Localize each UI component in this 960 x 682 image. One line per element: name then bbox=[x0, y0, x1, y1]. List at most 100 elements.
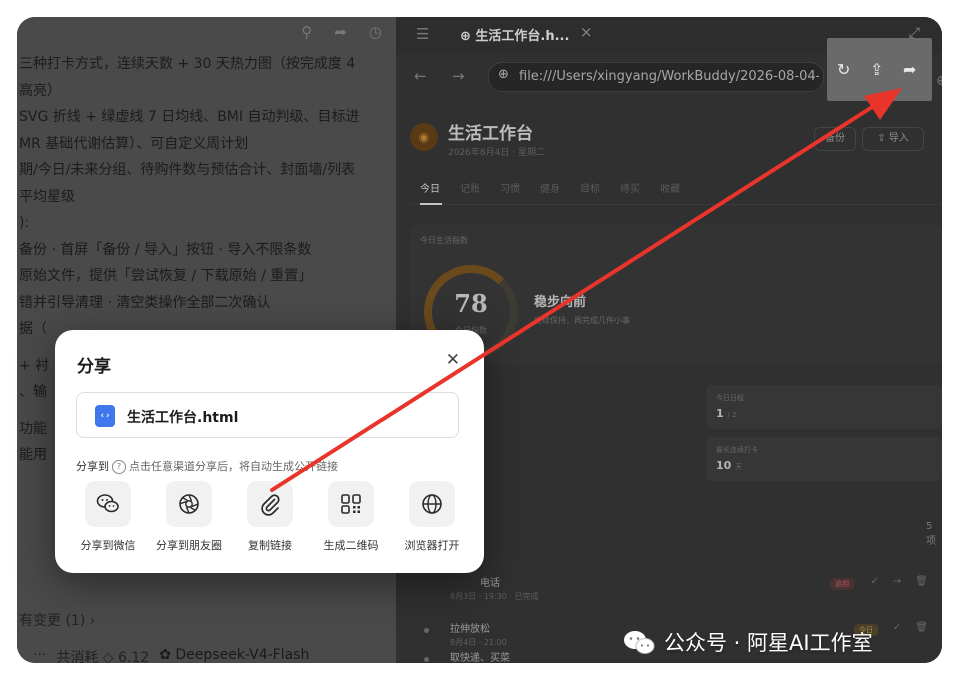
globe-edge-icon[interactable]: ⊕ bbox=[936, 73, 942, 89]
tab-favorites[interactable]: 收藏 bbox=[660, 180, 680, 195]
wechat-icon bbox=[85, 481, 131, 527]
task-title: 电话 bbox=[480, 578, 500, 589]
option-label: 浏览器打开 bbox=[404, 539, 460, 552]
share-wechat-button[interactable]: 分享到微信 bbox=[68, 481, 148, 553]
tab-shopping[interactable]: 待买 bbox=[620, 180, 640, 195]
html-file-icon: ‹› bbox=[95, 405, 115, 427]
stat-streak: 最长连续打卡 10 天 bbox=[706, 437, 942, 481]
changes-link[interactable]: 有变更 (1) › bbox=[19, 610, 95, 630]
copy-link-button[interactable]: 复制链接 bbox=[230, 481, 310, 553]
file-info: ‹› 生活工作台.html bbox=[76, 392, 459, 438]
upload-cloud-icon[interactable]: ⇪ bbox=[870, 60, 883, 79]
app-title: 生活工作台 bbox=[448, 124, 533, 144]
globe-icon: ⊕ bbox=[498, 67, 509, 82]
wechat-logo-icon bbox=[624, 631, 655, 654]
tabs-divider bbox=[410, 204, 942, 205]
more-icon[interactable]: ··· bbox=[33, 647, 46, 663]
task-dot bbox=[424, 657, 429, 662]
forward-icon[interactable]: → bbox=[893, 576, 901, 587]
message-line: 高亮） bbox=[19, 82, 61, 99]
option-label: 分享到朋友圈 bbox=[156, 539, 222, 552]
share-hint-text: 点击任意渠道分享后，将自动生成公开链接 bbox=[129, 460, 338, 473]
message-line: 备份 · 首屏「备份 / 导入」按钮 · 导入不限条数 bbox=[19, 241, 312, 258]
message-line: 原始文件，提供「尝试恢复 / 下载原始 / 重置」 bbox=[19, 268, 313, 284]
share-hint: 分享到? 点击任意渠道分享后，将自动生成公开链接 bbox=[76, 458, 338, 474]
tab-accounting[interactable]: 记账 bbox=[460, 180, 480, 195]
task-row[interactable]: 电话 8月3日 · 19:30 · 已完成 逾期 ✓ → 🗑 bbox=[410, 574, 942, 614]
task-count: 5 项 bbox=[926, 521, 936, 547]
highlighted-toolbar: ↻ ⇪ ➦ bbox=[827, 38, 932, 101]
paperclip-icon bbox=[247, 481, 293, 527]
watermark-text: 公众号 · 阿星AI工作室 bbox=[664, 631, 873, 655]
message-line: MR 基础代谢估算）、可自定义周计划 bbox=[19, 135, 249, 152]
forward-arrow-icon[interactable]: → bbox=[452, 67, 465, 85]
active-tab-indicator bbox=[420, 203, 442, 205]
task-actions: ✓ → 🗑 bbox=[871, 576, 928, 587]
stat-schedule: 今日日程 1 / 2 bbox=[706, 385, 942, 429]
message-line: 错并引导清理 · 清空类操作全部二次确认 bbox=[19, 294, 271, 311]
qrcode-icon bbox=[328, 481, 374, 527]
task-meta: 8月3日 · 19:30 · 已完成 bbox=[450, 592, 539, 601]
option-label: 生成二维码 bbox=[323, 539, 379, 552]
message-line: 平均星级 bbox=[19, 188, 75, 205]
tab-goals[interactable]: 目标 bbox=[580, 180, 600, 195]
backup-button[interactable]: 备份 bbox=[814, 127, 856, 151]
score-value: 78 bbox=[454, 289, 488, 318]
tab-habits[interactable]: 习惯 bbox=[500, 180, 520, 195]
status-sub: 继续保持，再完成几件小事 bbox=[534, 316, 630, 325]
menu-icon[interactable]: ☰ bbox=[416, 25, 429, 43]
share-moments-button[interactable]: 分享到朋友圈 bbox=[149, 481, 229, 553]
message-line: ): bbox=[19, 215, 30, 231]
task-meta: 8月4日 · 21:00 bbox=[450, 638, 507, 647]
tab-today[interactable]: 今日 bbox=[420, 180, 440, 195]
share-options: 分享到微信 分享到朋友圈 复制链接 生成二维码 浏览器打开 bbox=[68, 481, 472, 553]
app-logo-icon: ◉ bbox=[410, 123, 438, 151]
share-icon[interactable]: ➦ bbox=[334, 23, 347, 41]
import-button[interactable]: ⇪ 导入 bbox=[862, 127, 924, 151]
tab-title: 生活工作台.h... bbox=[475, 29, 570, 44]
cost-label: 共消耗 ◇ 6.12 bbox=[56, 650, 150, 663]
delete-icon[interactable]: 🗑 bbox=[915, 622, 928, 633]
model-selector[interactable]: ✿ Deepseek-V4-Flash bbox=[159, 647, 309, 663]
check-icon[interactable]: ✓ bbox=[893, 622, 901, 633]
tab-fitness[interactable]: 健身 bbox=[540, 180, 560, 195]
share-forward-icon[interactable]: ➦ bbox=[903, 60, 916, 79]
task-title: 取快递、买菜 bbox=[450, 653, 510, 663]
url-text: file:///Users/xingyang/WorkBuddy/2026-08… bbox=[519, 69, 819, 84]
task-dot bbox=[424, 628, 429, 633]
qrcode-button[interactable]: 生成二维码 bbox=[311, 481, 391, 553]
stat-value: 10 天 bbox=[716, 459, 743, 472]
card-label: 今日生活指数 bbox=[420, 236, 468, 245]
file-name: 生活工作台.html bbox=[127, 410, 239, 426]
share-dialog: 分享 ✕ ‹› 生活工作台.html 分享到? 点击任意渠道分享后，将自动生成公开… bbox=[55, 330, 484, 573]
open-in-browser-button[interactable]: 浏览器打开 bbox=[392, 481, 472, 553]
check-icon[interactable]: ✓ bbox=[871, 576, 879, 587]
help-icon[interactable]: ? bbox=[112, 460, 126, 474]
globe-icon bbox=[409, 481, 455, 527]
delete-icon[interactable]: 🗑 bbox=[915, 576, 928, 587]
overdue-badge: 逾期 bbox=[830, 578, 854, 590]
search-icon[interactable]: ⚲ bbox=[301, 23, 312, 41]
chat-toolbar: ⚲ ➦ ◷ bbox=[301, 23, 382, 41]
life-index-card: 今日生活指数 78 今日指数 稳步向前 继续保持，再完成几件小事 bbox=[410, 225, 942, 365]
address-bar[interactable]: ⊕ file:///Users/xingyang/WorkBuddy/2026-… bbox=[488, 62, 824, 92]
task-actions: ✓ 🗑 bbox=[893, 622, 928, 633]
close-tab-icon[interactable]: × bbox=[580, 23, 593, 41]
stat-value: 1 / 2 bbox=[716, 407, 737, 420]
stat-label: 今日日程 bbox=[716, 394, 744, 402]
moments-icon bbox=[166, 481, 212, 527]
refresh-icon[interactable]: ↻ bbox=[837, 60, 850, 79]
option-label: 分享到微信 bbox=[80, 539, 136, 552]
message-line: 期/今日/未来分组、待购件数与预估合计、封面墙/列表 bbox=[19, 162, 356, 178]
history-icon[interactable]: ◷ bbox=[369, 23, 382, 41]
watermark: 公众号 · 阿星AI工作室 bbox=[622, 627, 873, 657]
message-line: 三种打卡方式，连续天数 + 30 天热力图（按完成度 4 bbox=[19, 56, 356, 72]
dialog-title: 分享 bbox=[77, 357, 111, 377]
back-arrow-icon[interactable]: ← bbox=[414, 67, 427, 85]
status-title: 稳步向前 bbox=[534, 295, 587, 310]
stat-label: 最长连续打卡 bbox=[716, 446, 758, 454]
close-icon[interactable]: ✕ bbox=[446, 350, 460, 370]
import-label: 导入 bbox=[888, 133, 909, 144]
message-line: SVG 折线 + 绿虚线 7 日均线、BMI 自动判级、目标进 bbox=[19, 109, 360, 125]
browser-tab[interactable]: ⊕ 生活工作台.h... bbox=[460, 25, 569, 44]
